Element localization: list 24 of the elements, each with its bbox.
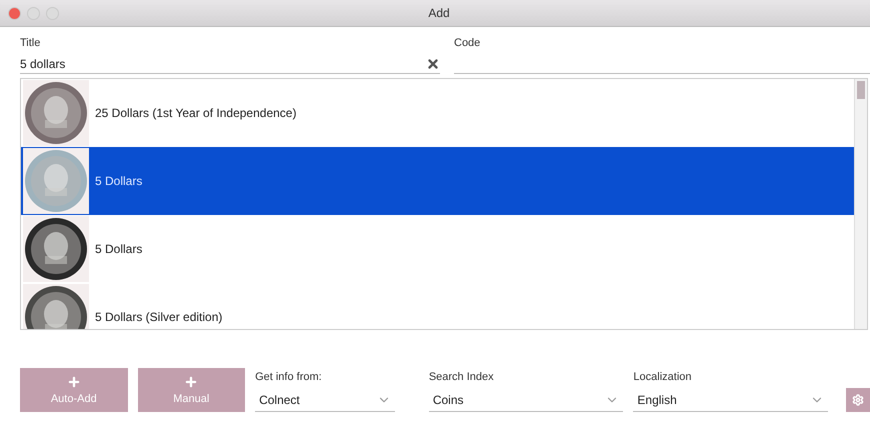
- result-row[interactable]: 5 Dollars: [21, 147, 854, 215]
- plus-icon: [184, 375, 198, 389]
- select-label: Search Index: [428, 371, 495, 383]
- field-label: Code: [454, 37, 482, 49]
- zoom-button[interactable]: [46, 6, 59, 20]
- select-field[interactable]: Coins: [428, 389, 624, 412]
- coin-name: 5 Dollars: [95, 174, 142, 188]
- title-field[interactable]: 5 dollars: [20, 55, 440, 74]
- minimize-button[interactable]: [27, 6, 40, 20]
- close-button[interactable]: [8, 6, 21, 20]
- settings-icon: [852, 393, 864, 407]
- clear-icon[interactable]: [426, 57, 440, 71]
- coin-name: 5 Dollars (Silver edition): [95, 310, 222, 324]
- field-label: Title: [20, 37, 42, 49]
- plus-icon: [66, 375, 81, 389]
- settings-button[interactable]: [846, 388, 870, 412]
- window-title: Add: [428, 6, 450, 20]
- select-label: Localization: [633, 371, 692, 383]
- scrollbar-thumb[interactable]: [857, 81, 865, 99]
- select-field[interactable]: English: [633, 389, 828, 412]
- coin-name: 25 Dollars (1st Year of Independence): [95, 106, 296, 120]
- select-field[interactable]: Colnect: [255, 389, 395, 412]
- select-label: Get info from:: [255, 371, 323, 383]
- coin-name: 5 Dollars: [95, 242, 142, 256]
